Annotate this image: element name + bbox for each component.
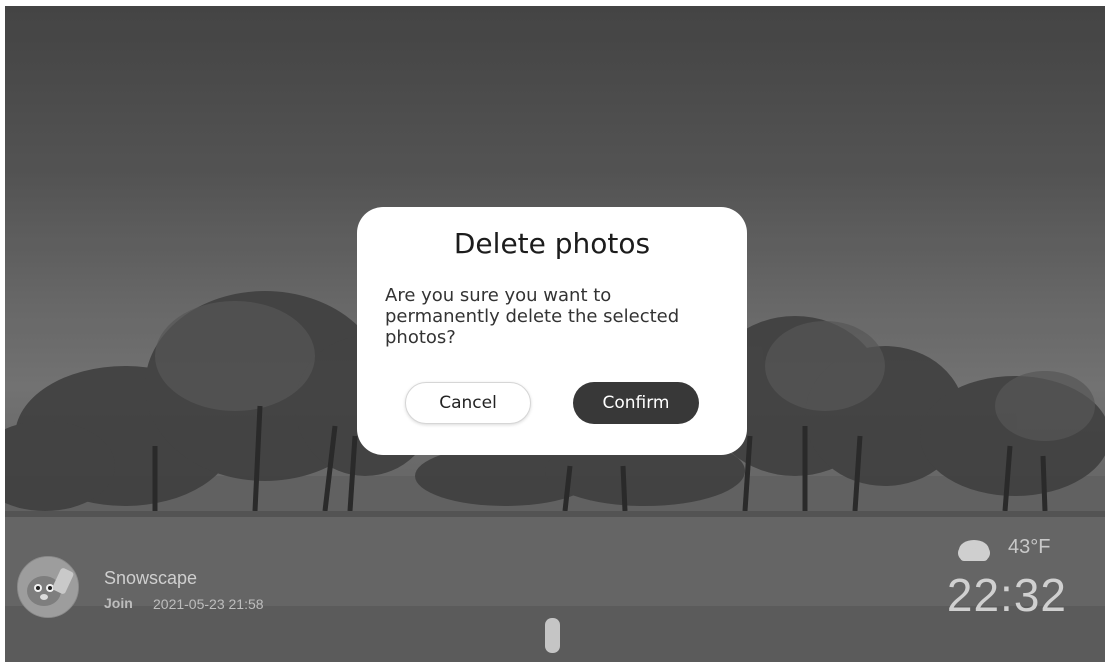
dialog-message: Are you sure you want to permanently del… [385, 285, 680, 348]
join-label: Join [104, 595, 133, 611]
cancel-button[interactable]: Cancel [405, 382, 531, 424]
bottom-drawer-handle[interactable] [545, 618, 560, 653]
temperature: 43°F [1008, 536, 1051, 558]
dialog-title: Delete photos [453, 227, 651, 260]
join-date: 2021-05-23 21:58 [153, 596, 264, 612]
delete-photos-dialog: Delete photos Are you sure you want to p… [357, 207, 747, 455]
confirm-button[interactable]: Confirm [573, 382, 699, 424]
cloud-icon [958, 540, 990, 561]
clock-time: 22:32 [946, 569, 1067, 621]
cartoon-avatar-icon [18, 557, 78, 617]
avatar[interactable] [17, 556, 79, 618]
album-name: Snowscape [104, 568, 198, 588]
